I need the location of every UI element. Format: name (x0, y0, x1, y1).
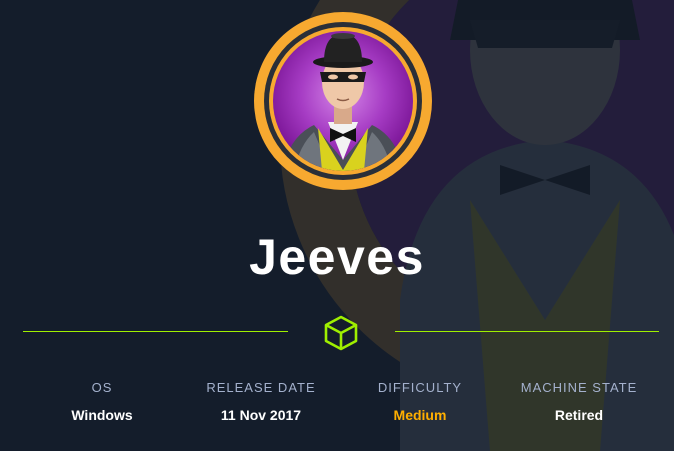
stat-release-date: RELEASE DATE 11 Nov 2017 (181, 380, 341, 424)
stat-label-machine-state: MACHINE STATE (520, 380, 638, 395)
stat-label-release-date: RELEASE DATE (206, 380, 316, 395)
stat-os: OS Windows (22, 380, 182, 424)
stat-value-os: Windows (71, 407, 133, 423)
stat-value-machine-state: Retired (554, 407, 604, 423)
stat-machine-state: MACHINE STATE Retired (499, 380, 659, 424)
stat-label-difficulty: DIFFICULTY (377, 380, 463, 395)
cube-icon (324, 315, 358, 351)
stat-value-difficulty: Medium (393, 407, 447, 423)
machine-avatar (254, 12, 432, 190)
stat-value-release-date: 11 Nov 2017 (220, 407, 302, 423)
machine-name: Jeeves (249, 229, 425, 285)
divider-line-right (395, 331, 659, 332)
stat-difficulty: DIFFICULTY Medium (340, 380, 500, 424)
divider-line-left (23, 331, 288, 332)
stat-label-os: OS (91, 380, 113, 395)
